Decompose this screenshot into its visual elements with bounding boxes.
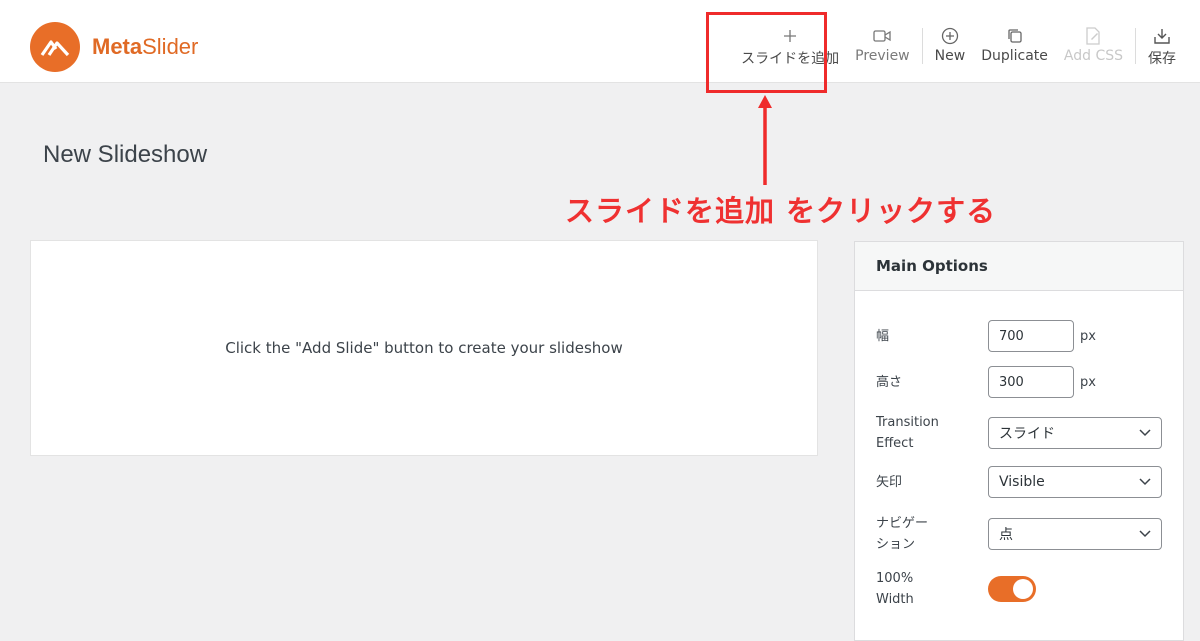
metaslider-logo-icon [30,22,80,72]
save-button[interactable]: 保存 [1140,26,1184,68]
transition-option: Transition Effect スライド [876,412,1176,454]
top-bar: MetaSlider スライドを追加 Preview New Duplicate… [0,0,1200,83]
full-width-label: 100% Width [876,571,914,607]
circle-plus-icon [941,26,959,46]
arrows-select[interactable]: Visible [988,466,1162,498]
chevron-down-icon [1139,478,1151,486]
chevron-down-icon [1139,530,1151,538]
toolbar-divider [1135,28,1136,64]
logo-wordmark: MetaSlider [92,34,199,59]
navigation-select[interactable]: 点 [988,518,1162,550]
slides-empty-panel: Click the "Add Slide" button to create y… [30,240,818,456]
transition-effect-select[interactable]: スライド [988,417,1162,449]
toggle-knob [1013,579,1033,599]
navigation-label: ナビゲー ション [876,516,929,552]
add-css-button[interactable]: Add CSS [1056,26,1131,64]
metaslider-logo: MetaSlider [30,22,198,72]
arrows-label: 矢印 [876,474,903,490]
arrows-option: 矢印 Visible [876,466,1176,498]
full-width-option: 100% Width [876,568,1176,610]
navigation-option: ナビゲー ション 点 [876,513,1176,555]
height-option: 高さ px [876,366,1176,398]
preview-button[interactable]: Preview [847,26,918,64]
height-label: 高さ [876,374,903,390]
main-options-panel: Main Options 幅 px 高さ px Transition Effec… [854,241,1184,641]
full-width-toggle[interactable] [988,576,1036,602]
toolbar-divider [921,28,923,64]
width-label: 幅 [876,328,890,344]
width-unit: px [1080,328,1096,344]
save-download-icon [1153,26,1171,46]
css-file-icon [1085,26,1101,46]
width-input[interactable] [988,320,1074,352]
page-title: New Slideshow [43,141,208,168]
transition-label: Transition Effect [876,415,939,451]
empty-state-message: Click the "Add Slide" button to create y… [225,339,623,357]
instruction-callout: スライドを追加 をクリックする [565,194,997,228]
new-button[interactable]: New [927,26,974,64]
height-unit: px [1080,374,1096,390]
video-camera-icon [873,26,892,46]
copy-icon [1007,26,1023,46]
chevron-down-icon [1139,429,1151,437]
up-arrow-icon [758,95,772,185]
main-options-heading: Main Options [855,242,1183,291]
duplicate-button[interactable]: Duplicate [973,26,1056,64]
add-slide-highlight-box [706,12,827,93]
height-input[interactable] [988,366,1074,398]
width-option: 幅 px [876,320,1176,352]
